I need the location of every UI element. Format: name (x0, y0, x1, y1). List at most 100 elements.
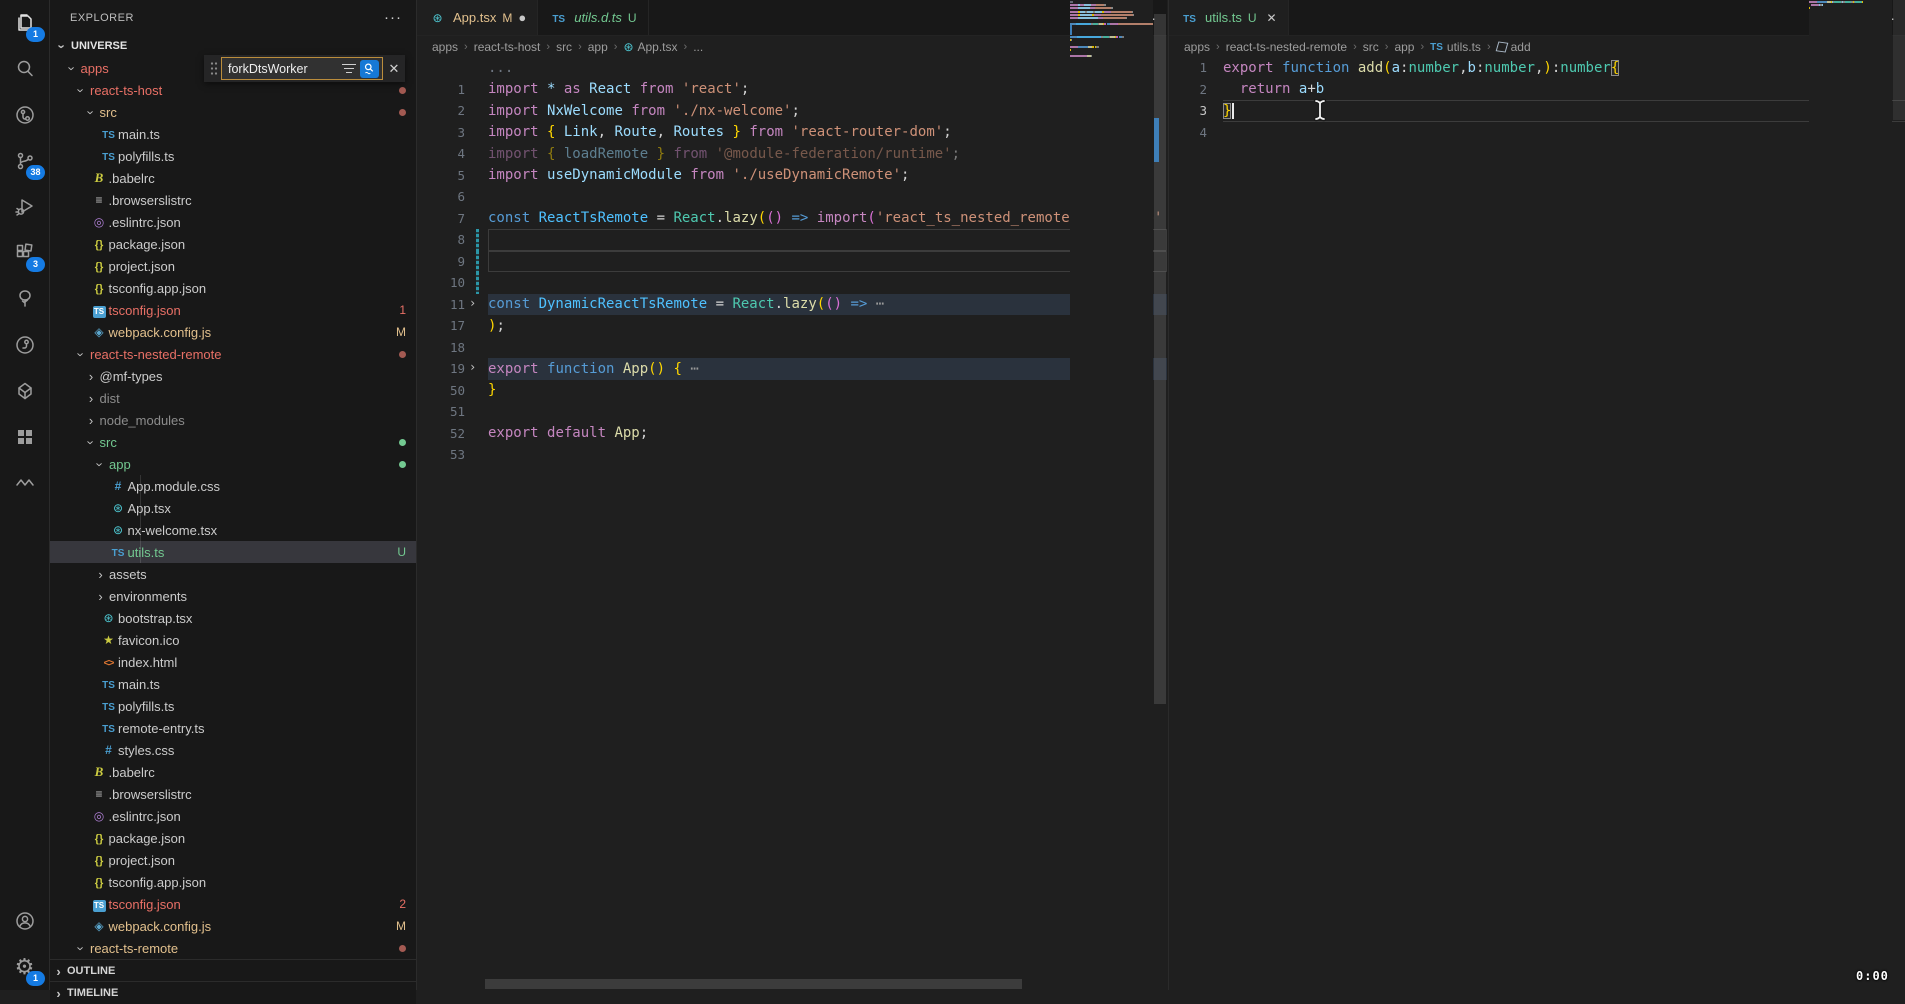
tree-item-@mf-types[interactable]: ›@mf-types (50, 365, 416, 387)
tree-item-package.json[interactable]: {}package.json (50, 827, 416, 849)
tree-item-dist[interactable]: ›dist (50, 387, 416, 409)
drag-grip-icon[interactable] (210, 61, 218, 77)
code-line-53[interactable]: 53 (417, 444, 1167, 466)
code-line-18[interactable]: 18 (417, 337, 1167, 359)
code-line-17[interactable]: 17); (417, 315, 1167, 337)
code-line-2[interactable]: 2 return a+b (1169, 79, 1905, 101)
breadcrumb-item-utils.ts[interactable]: TSutils.ts (1430, 40, 1481, 54)
tree-item-utils.ts[interactable]: TSutils.tsU (50, 541, 416, 563)
tree-item-main.ts[interactable]: TSmain.ts (50, 673, 416, 695)
outline-section-header[interactable]: › OUTLINE (50, 959, 416, 982)
tree-item-.browserslistrc[interactable]: ≡.browserslistrc (50, 189, 416, 211)
code-line-3[interactable]: 3import { Link, Route, Routes } from 're… (417, 122, 1167, 144)
minimap-left[interactable] (1070, 0, 1153, 990)
code-text[interactable]: export function App() { ⋯ (488, 358, 1167, 380)
tree-item-.browserslistrc[interactable]: ≡.browserslistrc (50, 783, 416, 805)
close-tab-icon[interactable]: ✕ (1267, 11, 1277, 25)
tree-item-node_modules[interactable]: ›node_modules (50, 409, 416, 431)
code-editor-app-tsx[interactable]: ...1import * as React from 'react';2impo… (417, 57, 1167, 990)
tree-item-project.json[interactable]: {}project.json (50, 849, 416, 871)
breadcrumb-item-react-ts-nested-remote[interactable]: react-ts-nested-remote (1226, 40, 1347, 54)
nx-console-icon[interactable] (0, 368, 49, 414)
code-text[interactable]: import { Link, Route, Routes } from 'rea… (488, 122, 1167, 144)
code-text[interactable]: export default App; (488, 423, 1167, 445)
code-text[interactable] (488, 186, 1167, 208)
vertical-scrollbar-right[interactable] (1892, 0, 1905, 990)
breadcrumb-item-app[interactable]: app (588, 40, 608, 54)
tree-filter-value[interactable]: forkDtsWorker (228, 62, 342, 76)
tree-item-remote-entry.ts[interactable]: TSremote-entry.ts (50, 717, 416, 739)
fold-chevron-icon[interactable]: › (469, 360, 476, 374)
code-text[interactable] (488, 401, 1167, 423)
filter-icon[interactable] (342, 61, 356, 76)
tree-item-webpack.config.js[interactable]: ◈webpack.config.jsM (50, 321, 416, 343)
grid-icon[interactable] (0, 414, 49, 460)
code-line-1[interactable]: 1export function add(a:number,b:number,)… (1169, 57, 1905, 79)
tree-item-project.json[interactable]: {}project.json (50, 255, 416, 277)
tree-item-tsconfig.json[interactable]: TStsconfig.json1 (50, 299, 416, 321)
tree-item-App.tsx[interactable]: ⊛App.tsx (50, 497, 416, 519)
tree-item-environments[interactable]: ›environments (50, 585, 416, 607)
tree-item-index.html[interactable]: <>index.html (50, 651, 416, 673)
tree-item-react-ts-host[interactable]: ›react-ts-host (50, 79, 416, 101)
waves-icon[interactable] (0, 460, 49, 506)
workspace-section-header[interactable]: › UNIVERSE (50, 35, 416, 57)
code-text[interactable]: } (488, 380, 1167, 402)
accounts-icon[interactable] (0, 898, 49, 944)
code-line-4[interactable]: 4 (1169, 122, 1905, 144)
code-text[interactable]: return a+b (1223, 79, 1905, 101)
vertical-scrollbar-left[interactable] (1153, 0, 1167, 990)
code-text[interactable]: import useDynamicModule from './useDynam… (488, 165, 1167, 187)
code-line-6[interactable]: 6 (417, 186, 1167, 208)
tree-item-.babelrc[interactable]: B.babelrc (50, 167, 416, 189)
tree-item-src[interactable]: ›src (50, 101, 416, 123)
extensions-icon[interactable]: 3 (0, 230, 49, 276)
code-text[interactable] (488, 337, 1167, 359)
code-text[interactable]: export function add(a:number,b:number,):… (1223, 57, 1905, 79)
explorer-icon[interactable]: 1 (0, 0, 49, 46)
tree-item-nx-welcome.tsx[interactable]: ⊛nx-welcome.tsx (50, 519, 416, 541)
run-and-debug-icon[interactable] (0, 184, 49, 230)
code-text[interactable]: const ReactTsRemote = React.lazy(() => i… (488, 208, 1167, 230)
tree-item-favicon.ico[interactable]: ★favicon.ico (50, 629, 416, 651)
tree-item-react-ts-remote[interactable]: ›react-ts-remote (50, 937, 416, 959)
tree-item-.eslintrc.json[interactable]: ◎.eslintrc.json (50, 211, 416, 233)
code-line-3[interactable]: 3} (1169, 100, 1905, 122)
code-line-hint[interactable]: ... (417, 57, 1167, 79)
fold-chevron-icon[interactable]: › (469, 296, 476, 310)
code-line-50[interactable]: 50} (417, 380, 1167, 402)
code-line-2[interactable]: 2import NxWelcome from './nx-welcome'; (417, 100, 1167, 122)
code-text[interactable]: import NxWelcome from './nx-welcome'; (488, 100, 1167, 122)
tree-item-styles.css[interactable]: #styles.css (50, 739, 416, 761)
tree-item-tsconfig.app.json[interactable]: {}tsconfig.app.json (50, 871, 416, 893)
tree-item-.eslintrc.json[interactable]: ◎.eslintrc.json (50, 805, 416, 827)
tab-App.tsx[interactable]: ⊛App.tsxM● (417, 0, 538, 35)
code-line-9[interactable]: 9 (417, 251, 1167, 273)
breadcrumb-item-App.tsx[interactable]: ⊛App.tsx (623, 40, 677, 54)
tree-item-main.ts[interactable]: TSmain.ts (50, 123, 416, 145)
code-line-1[interactable]: 1import * as React from 'react'; (417, 79, 1167, 101)
code-line-19[interactable]: 19›export function App() { ⋯ (417, 358, 1167, 380)
tree-item-bootstrap.tsx[interactable]: ⊛bootstrap.tsx (50, 607, 416, 629)
tree-item-polyfills.ts[interactable]: TSpolyfills.ts (50, 695, 416, 717)
settings-icon[interactable]: ⚙1 (0, 944, 49, 990)
tree-item-tsconfig.app.json[interactable]: {}tsconfig.app.json (50, 277, 416, 299)
breadcrumb-item-react-ts-host[interactable]: react-ts-host (474, 40, 541, 54)
code-line-10[interactable]: 10 (417, 272, 1167, 294)
tree-item-webpack.config.js[interactable]: ◈webpack.config.jsM (50, 915, 416, 937)
horizontal-scrollbar-left[interactable] (485, 979, 1022, 989)
code-editor-utils-ts[interactable]: 1export function add(a:number,b:number,)… (1169, 57, 1905, 990)
code-line-5[interactable]: 5import useDynamicModule from './useDyna… (417, 165, 1167, 187)
close-filter-button[interactable]: ✕ (383, 61, 405, 77)
breadcrumb-item-src[interactable]: src (1363, 40, 1379, 54)
tree-item-polyfills.ts[interactable]: TSpolyfills.ts (50, 145, 416, 167)
minimap-right[interactable] (1809, 0, 1892, 990)
code-text[interactable]: ... (488, 57, 1167, 79)
timeline-section-header[interactable]: › TIMELINE (50, 981, 416, 1004)
code-line-11[interactable]: 11›const DynamicReactTsRemote = React.la… (417, 294, 1167, 316)
unsaved-dot-icon[interactable]: ● (518, 10, 526, 25)
tab-utils.d.ts[interactable]: TSutils.d.tsU (538, 0, 648, 35)
breadcrumb-item-...[interactable]: ... (693, 40, 703, 54)
tree-item-.babelrc[interactable]: B.babelrc (50, 761, 416, 783)
tree-item-react-ts-nested-remote[interactable]: ›react-ts-nested-remote (50, 343, 416, 365)
